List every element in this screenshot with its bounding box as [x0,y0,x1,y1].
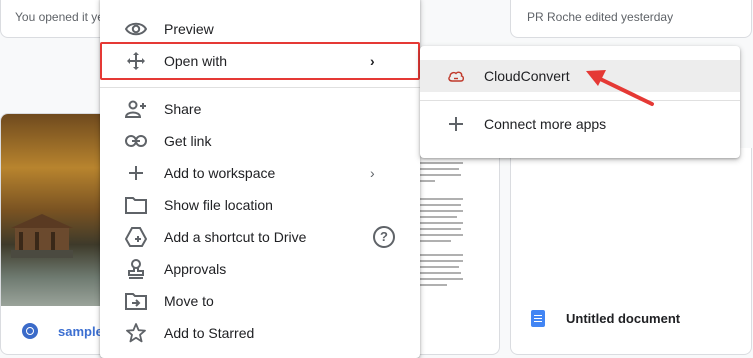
google-docs-icon [531,310,545,327]
cloudconvert-icon [448,68,464,84]
folder-icon [124,195,148,215]
menu-item-get-link[interactable]: Get link [100,125,420,157]
plus-icon [448,116,464,132]
menu-item-add-to-starred[interactable]: Add to Starred [100,317,420,349]
menu-item-share[interactable]: Share [100,93,420,125]
card-subtitle: PR Roche edited yesterday [527,10,674,24]
menu-item-label: Preview [164,21,214,37]
file-card-image[interactable]: sample [0,113,112,355]
annotation-arrow [586,70,654,106]
menu-item-preview[interactable]: Preview [100,13,420,45]
menu-item-move-to[interactable]: Move to [100,285,420,317]
image-file-icon [22,323,38,339]
help-icon[interactable]: ? [373,226,395,248]
menu-item-approvals[interactable]: Approvals [100,253,420,285]
menu-item-label: Approvals [164,261,227,277]
card-subtitle: You opened it yesterday [15,10,105,24]
menu-item-add-to-workspace[interactable]: Add to workspace › [100,157,420,189]
file-card-recent[interactable]: You opened it yesterday [0,0,112,38]
file-name: Untitled document [566,311,681,326]
chevron-right-icon: › [370,165,375,181]
menu-item-label: Add to Starred [164,325,255,341]
submenu-item-label: CloudConvert [484,68,570,84]
file-name: sample [58,323,103,339]
menu-divider [100,87,420,88]
menu-item-add-shortcut[interactable]: Add a shortcut to Drive ? [100,221,420,253]
link-icon [124,131,148,151]
file-card-doc[interactable]: Untitled document [510,148,752,355]
submenu-item-connect-more-apps[interactable]: Connect more apps [420,108,740,140]
drive-shortcut-icon [124,227,148,247]
menu-item-show-file-location[interactable]: Show file location [100,189,420,221]
menu-item-label: Move to [164,293,214,309]
file-card-edited[interactable]: PR Roche edited yesterday [510,0,752,38]
star-icon [124,323,148,343]
menu-item-label: Add a shortcut to Drive [164,229,307,245]
person-add-icon [124,99,148,119]
annotation-highlight-box [100,42,420,80]
image-thumbnail [1,114,111,306]
submenu-item-label: Connect more apps [484,116,607,132]
context-menu: Preview Open with › Share Get link Add t… [100,0,420,358]
menu-item-label: Add to workspace [164,165,276,181]
menu-item-label: Get link [164,133,212,149]
menu-item-label: Share [164,101,202,117]
stamp-icon [124,259,148,279]
folder-move-icon [124,291,148,311]
house-illustration [11,214,73,258]
eye-icon [124,19,148,39]
menu-item-label: Show file location [164,197,273,213]
plus-icon [124,163,148,183]
